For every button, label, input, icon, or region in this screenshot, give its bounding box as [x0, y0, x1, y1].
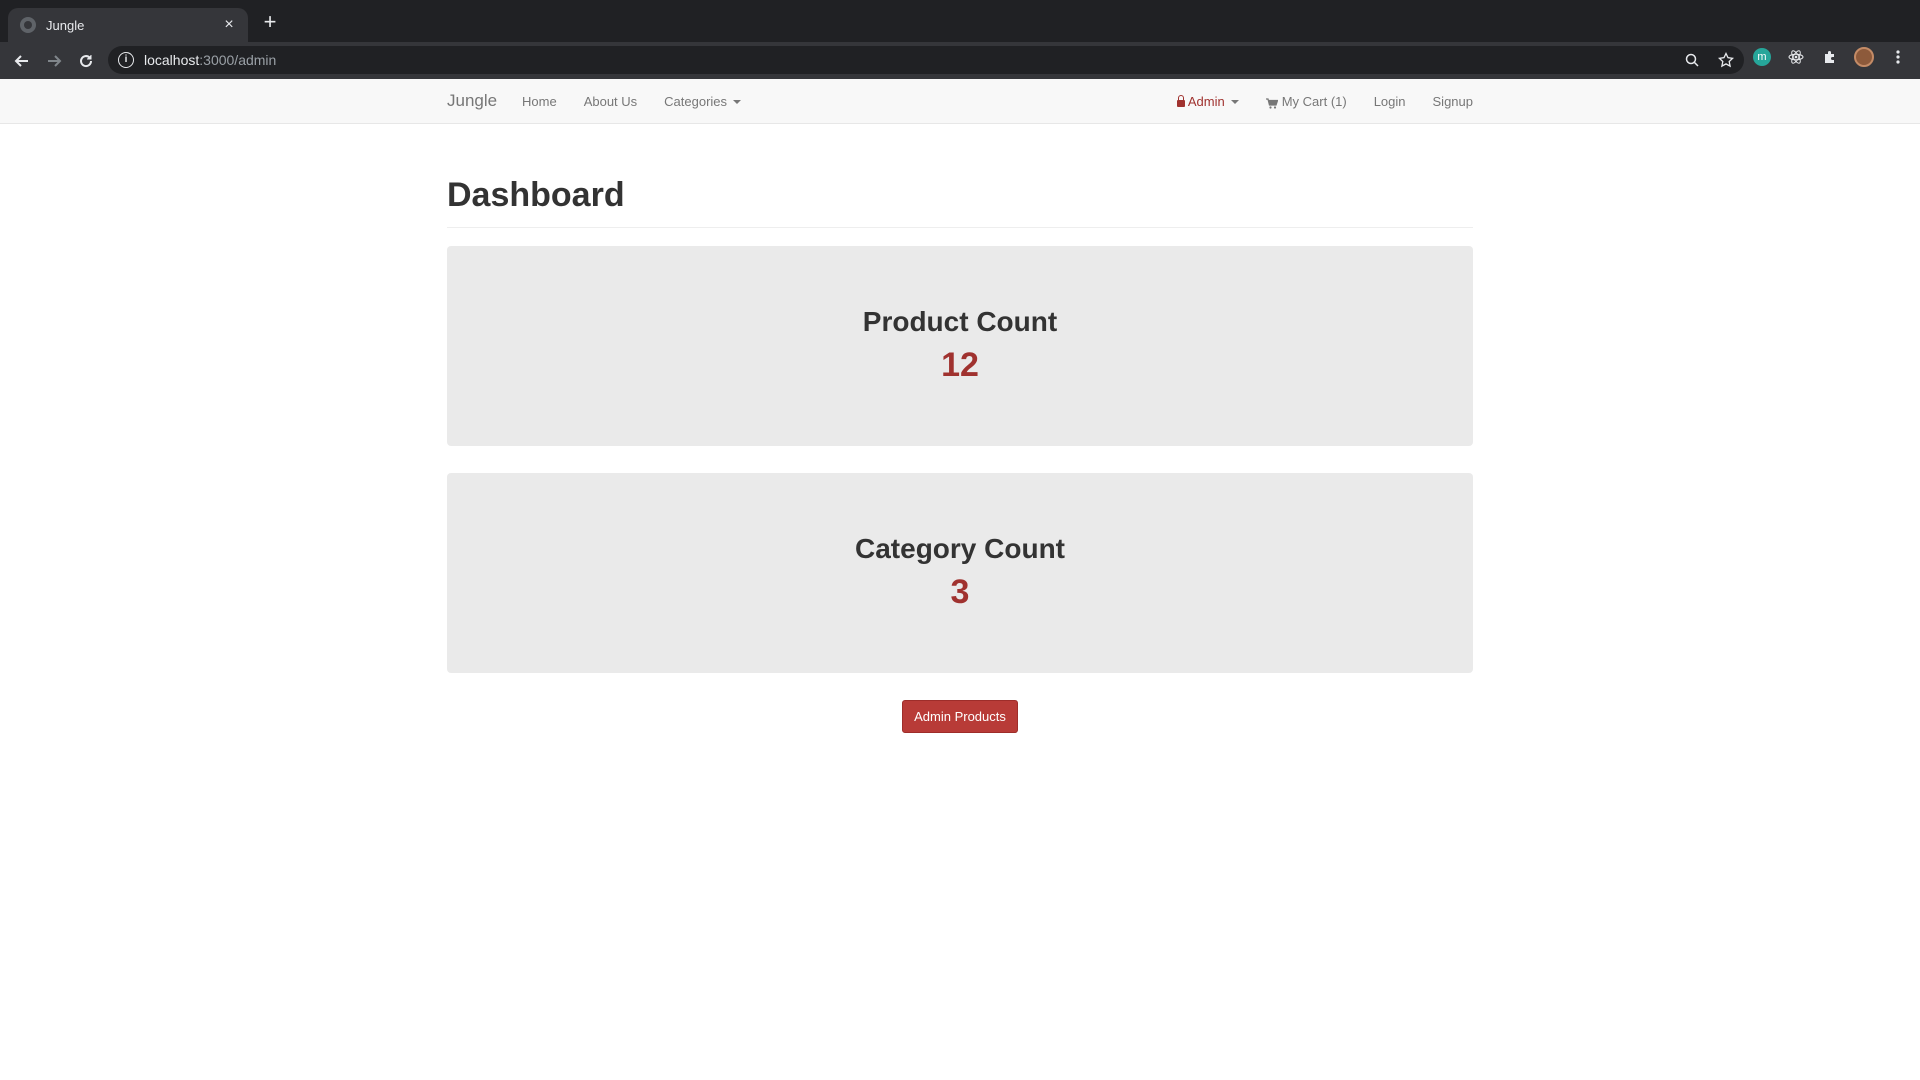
react-icon[interactable]: [1786, 47, 1806, 67]
profile-avatar[interactable]: [1854, 47, 1874, 67]
nav-home[interactable]: Home: [522, 94, 557, 109]
puzzle-icon[interactable]: [1820, 47, 1840, 67]
reload-icon[interactable]: [70, 45, 102, 77]
nav-my-cart-label: My Cart (1): [1281, 94, 1347, 109]
product-count-value: 12: [941, 345, 979, 384]
admin-products-button[interactable]: Admin Products: [902, 700, 1018, 733]
nav-categories-label: Categories: [664, 94, 728, 109]
cart-icon: [1265, 97, 1279, 109]
panel-title: Category Count: [855, 532, 1065, 564]
close-tab-icon[interactable]: ×: [220, 16, 238, 34]
nav-about-us[interactable]: About Us: [584, 94, 637, 109]
nav-admin-dropdown[interactable]: Admin: [1176, 94, 1239, 109]
chevron-down-icon: [1230, 99, 1239, 104]
new-tab-button[interactable]: +: [258, 10, 282, 34]
nav-signup[interactable]: Signup: [1433, 94, 1473, 109]
page-header: Dashboard: [447, 176, 1473, 228]
forward-icon[interactable]: [38, 45, 70, 77]
category-count-panel: Category Count 3: [447, 473, 1473, 673]
url-host: localhost: [144, 52, 200, 68]
menu-dots-icon[interactable]: [1888, 47, 1908, 67]
brand-link[interactable]: Jungle: [447, 91, 497, 111]
address-bar[interactable]: i localhost:3000/admin: [108, 46, 1744, 74]
url-path: :3000/admin: [199, 52, 277, 68]
zoom-icon[interactable]: [1682, 50, 1702, 70]
nav-admin-label: Admin: [1187, 94, 1225, 109]
product-count-panel: Product Count 12: [447, 246, 1473, 446]
site-navbar: Jungle Home About Us Categories Admin My…: [0, 79, 1920, 124]
nav-login[interactable]: Login: [1374, 94, 1406, 109]
actions: Admin Products: [447, 700, 1473, 733]
main-content: Dashboard Product Count 12 Category Coun…: [447, 124, 1473, 733]
panel-title: Product Count: [862, 305, 1058, 337]
nav-my-cart[interactable]: My Cart (1): [1265, 94, 1347, 109]
tab-title: Jungle: [46, 17, 85, 33]
star-icon[interactable]: [1716, 50, 1736, 70]
browser-tab[interactable]: Jungle ×: [8, 8, 248, 42]
page-title: Dashboard: [447, 176, 625, 214]
chevron-down-icon: [733, 99, 742, 104]
lock-icon: [1176, 95, 1185, 107]
info-icon[interactable]: i: [118, 52, 134, 68]
browser-toolbar: i localhost:3000/admin m: [0, 42, 1920, 79]
category-count-value: 3: [950, 572, 970, 611]
back-icon[interactable]: [6, 45, 38, 77]
extension-m-icon[interactable]: m: [1752, 47, 1772, 67]
nav-categories-dropdown[interactable]: Categories: [664, 94, 742, 109]
favicon-icon: [20, 17, 36, 33]
browser-tabstrip: Jungle × +: [0, 0, 1920, 42]
